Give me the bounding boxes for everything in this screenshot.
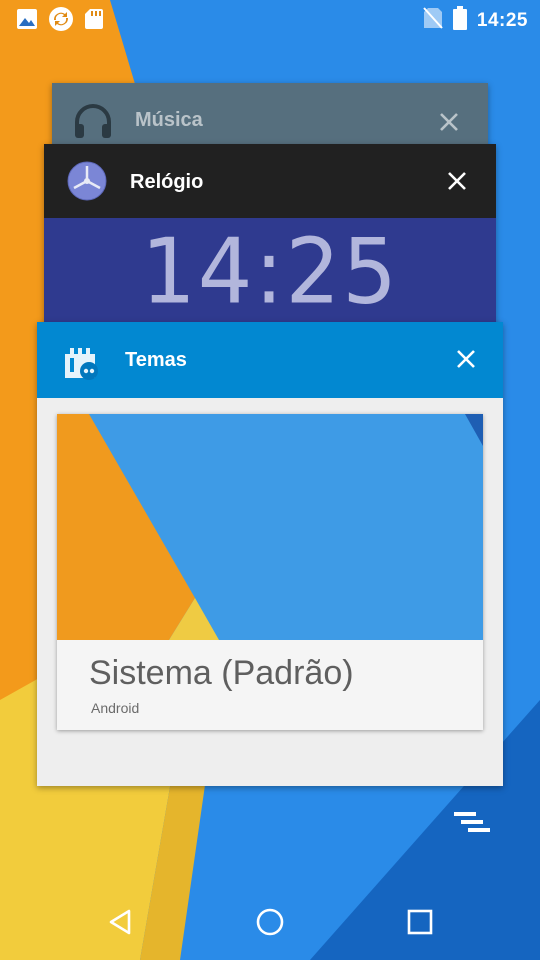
back-icon[interactable] (90, 898, 150, 946)
card-title: Temas (125, 349, 187, 371)
card-header: Temas (37, 322, 503, 398)
card-title: Música (135, 109, 203, 131)
clock-preview-time: 14:25 (141, 219, 399, 325)
status-time: 14:25 (476, 9, 528, 31)
image-icon (16, 8, 38, 35)
theme-preview-card[interactable]: Sistema (Padrão) Android (57, 414, 483, 730)
battery-icon (452, 6, 467, 35)
close-icon[interactable] (438, 162, 476, 200)
navigation-bar (0, 880, 540, 960)
home-icon[interactable] (240, 898, 300, 946)
theme-wallpaper-preview (57, 414, 483, 640)
card-title: Relógio (130, 171, 204, 193)
status-bar: 14:25 (0, 0, 540, 38)
no-sim-icon (423, 6, 443, 35)
recents-icon[interactable] (390, 898, 450, 946)
close-icon[interactable] (447, 340, 485, 378)
headphones-icon (72, 100, 114, 147)
close-icon[interactable] (430, 103, 468, 141)
sd-card-icon (84, 8, 104, 35)
clear-all-icon[interactable] (452, 808, 492, 842)
clock-app-icon (66, 160, 108, 207)
recent-card-relogio[interactable]: Relógio 14:25 (44, 144, 496, 334)
themes-app-icon (61, 340, 103, 387)
card-header: Relógio (44, 144, 496, 218)
sync-icon (48, 6, 74, 37)
theme-author: Android (91, 700, 140, 716)
recent-card-temas[interactable]: Temas Sistema (Padrão) Android (37, 322, 503, 786)
theme-name: Sistema (Padrão) (89, 654, 354, 692)
